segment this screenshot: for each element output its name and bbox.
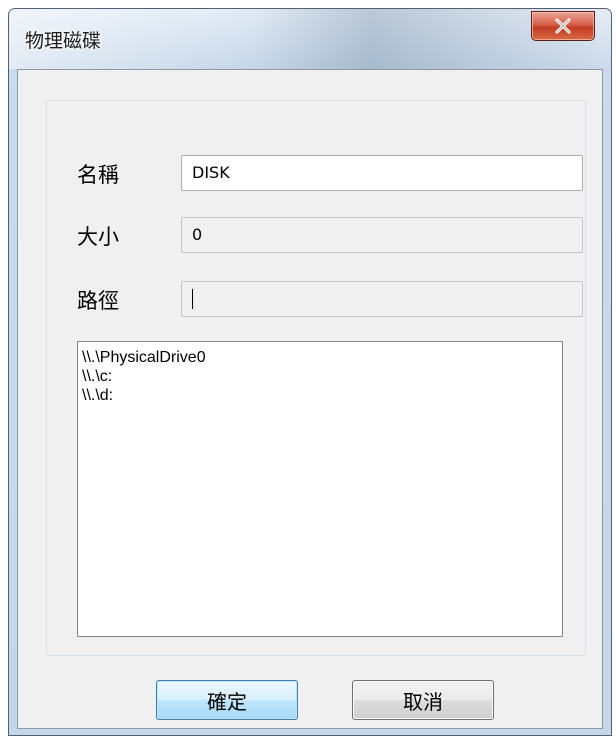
text-caret: [192, 289, 193, 309]
size-value: 0: [192, 225, 203, 244]
list-item[interactable]: \\.\c:: [82, 367, 558, 386]
physical-disk-dialog: 物理磁碟 名稱 DISK 大小 0 路徑 \\.\PhysicalDrive0 …: [8, 8, 612, 736]
title-bar[interactable]: 物理磁碟: [9, 9, 611, 69]
path-field[interactable]: [181, 281, 583, 317]
path-label: 路徑: [77, 289, 119, 313]
window-title: 物理磁碟: [25, 30, 102, 52]
name-field[interactable]: DISK: [181, 155, 583, 191]
list-item[interactable]: \\.\d:: [82, 386, 558, 405]
name-label: 名稱: [77, 163, 119, 187]
size-label: 大小: [77, 225, 119, 249]
close-button[interactable]: [531, 11, 595, 41]
list-item[interactable]: \\.\PhysicalDrive0: [82, 348, 558, 367]
disk-settings-group: 名稱 DISK 大小 0 路徑 \\.\PhysicalDrive0 \\.\c…: [46, 100, 586, 656]
cancel-button[interactable]: 取消: [352, 680, 494, 720]
ok-button[interactable]: 確定: [156, 680, 298, 720]
close-icon: [554, 18, 572, 34]
drive-listbox[interactable]: \\.\PhysicalDrive0 \\.\c: \\.\d:: [77, 341, 563, 637]
size-field[interactable]: 0: [181, 217, 583, 253]
dialog-body: 名稱 DISK 大小 0 路徑 \\.\PhysicalDrive0 \\.\c…: [17, 69, 603, 729]
name-value: DISK: [192, 163, 230, 182]
